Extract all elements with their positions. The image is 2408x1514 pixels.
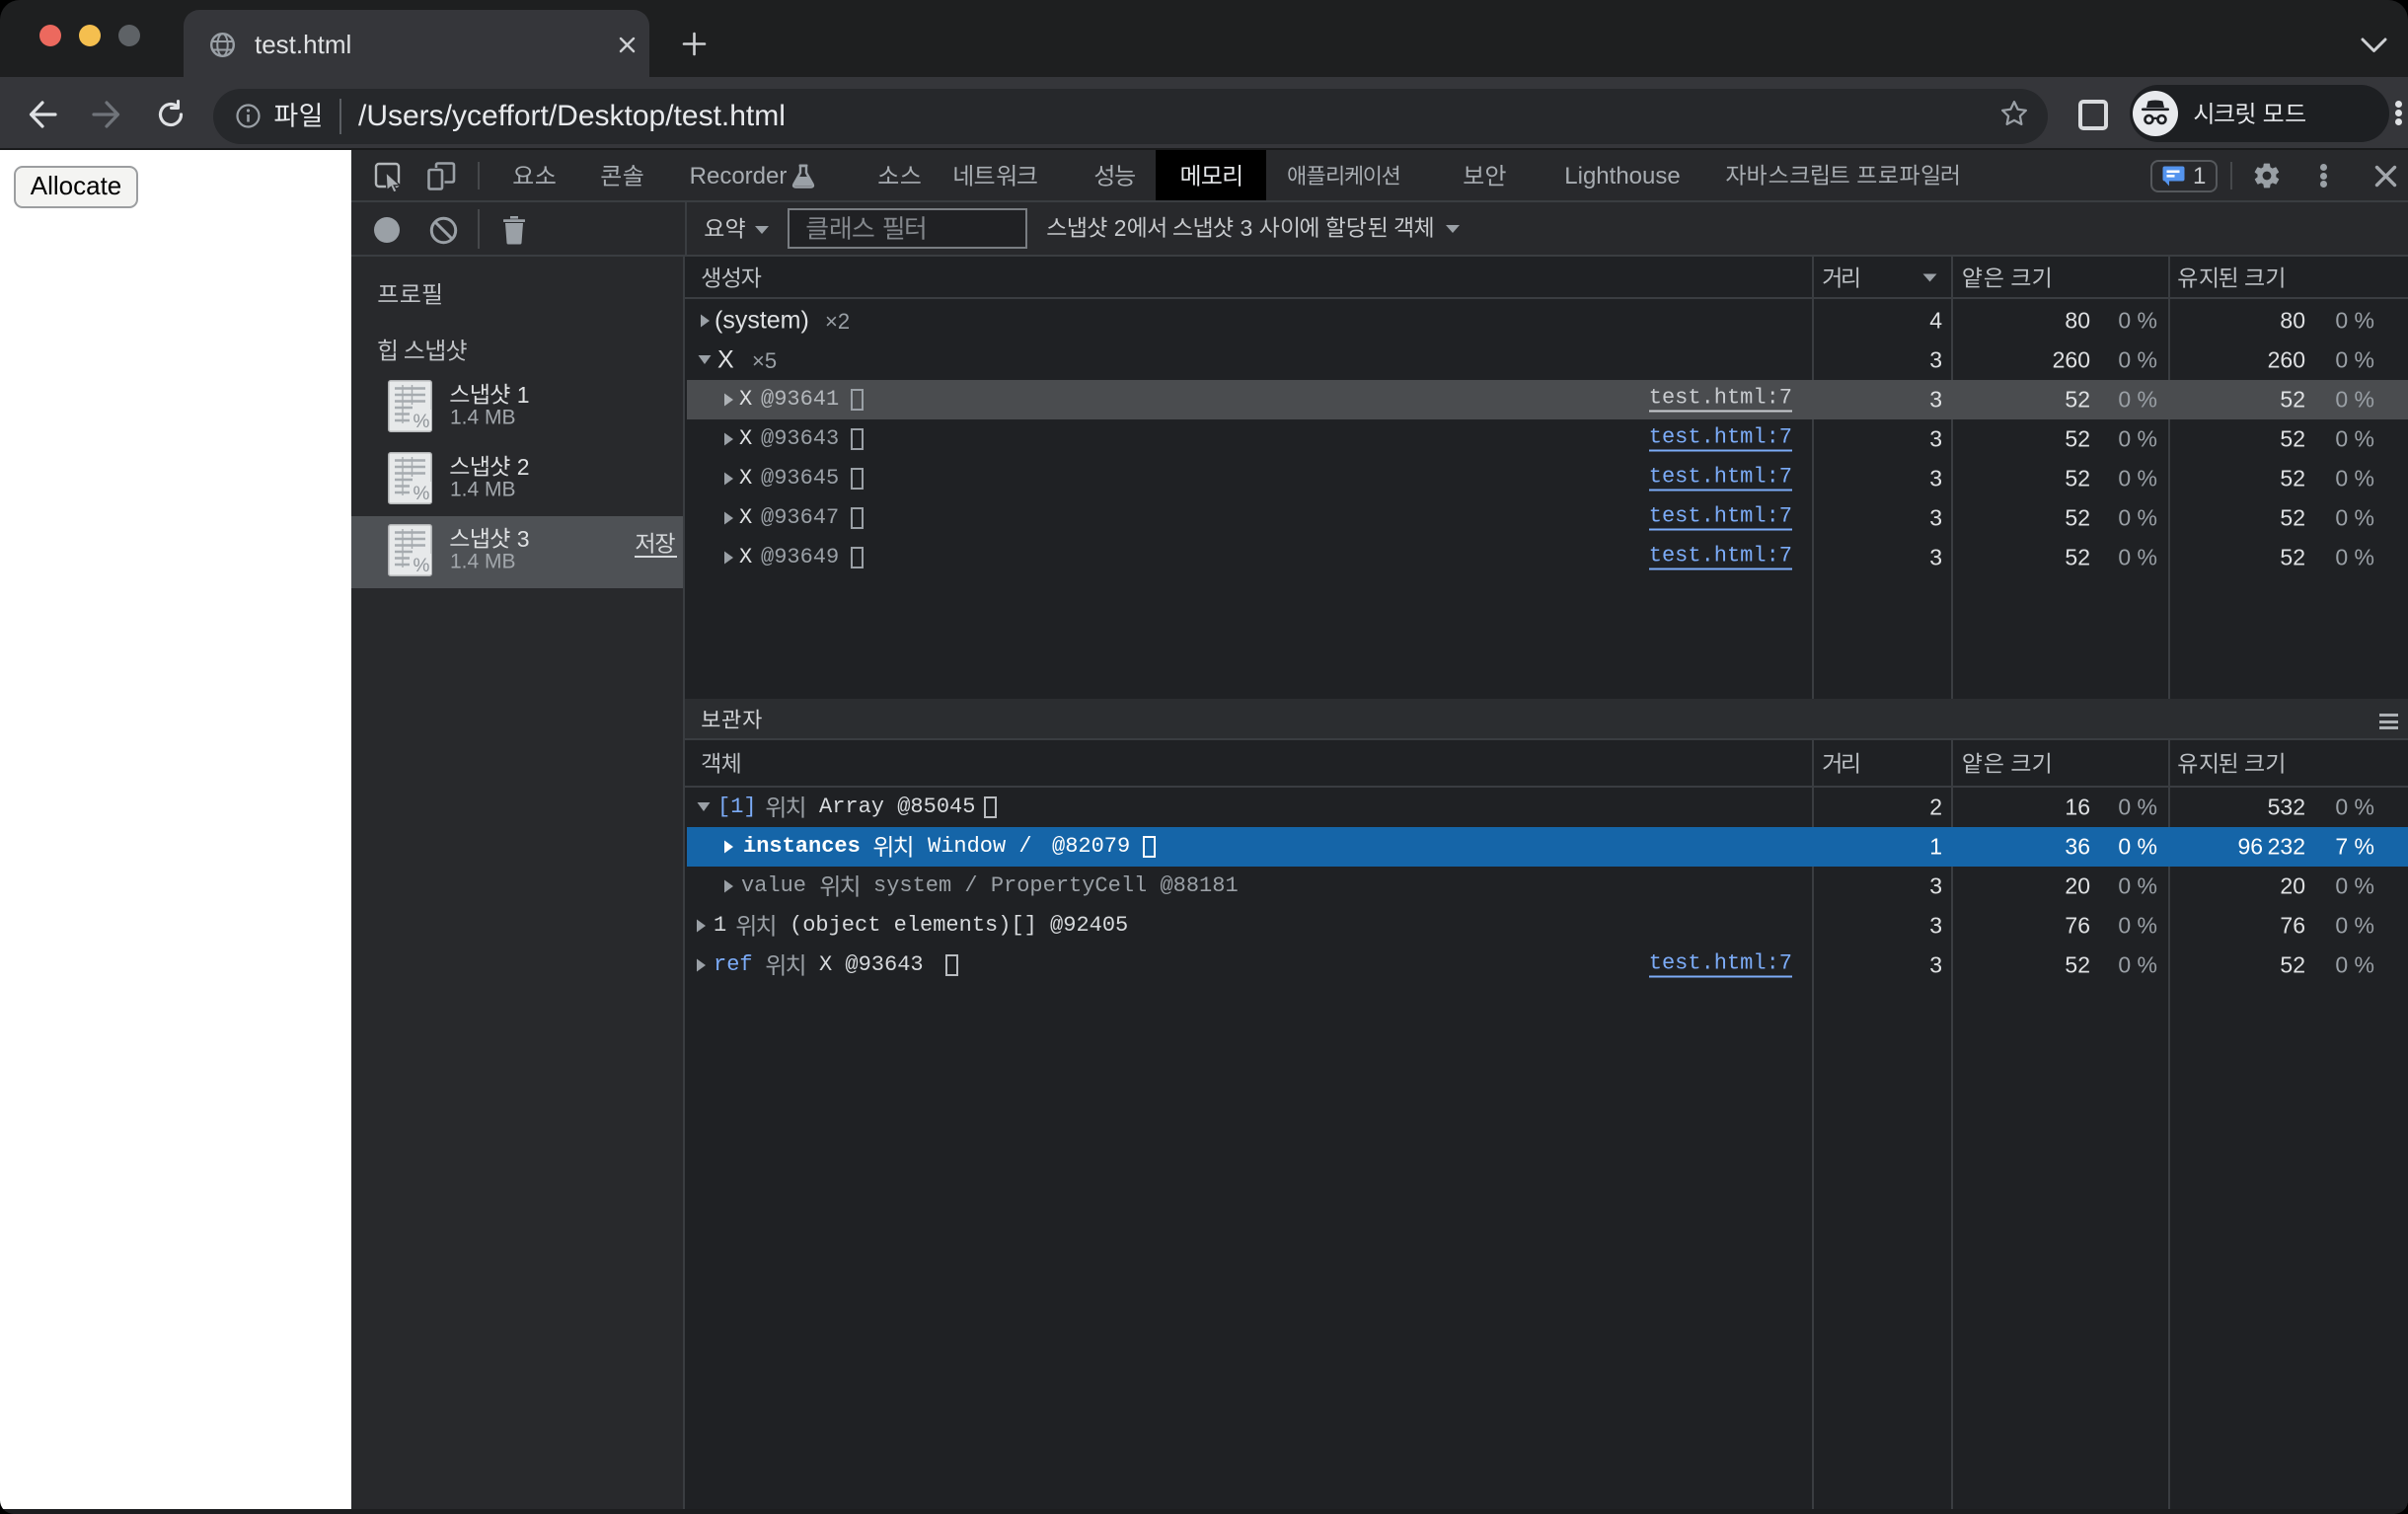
svg-text:%: % [414, 556, 430, 576]
svg-text:3: 3 [517, 526, 530, 552]
svg-text:3: 3 [1241, 215, 1253, 241]
svg-text:2: 2 [1114, 215, 1127, 241]
svg-text:1: 1 [517, 382, 530, 408]
svg-text:%: % [414, 484, 430, 504]
svg-text:2: 2 [517, 454, 530, 480]
svg-text:%: % [414, 412, 430, 432]
